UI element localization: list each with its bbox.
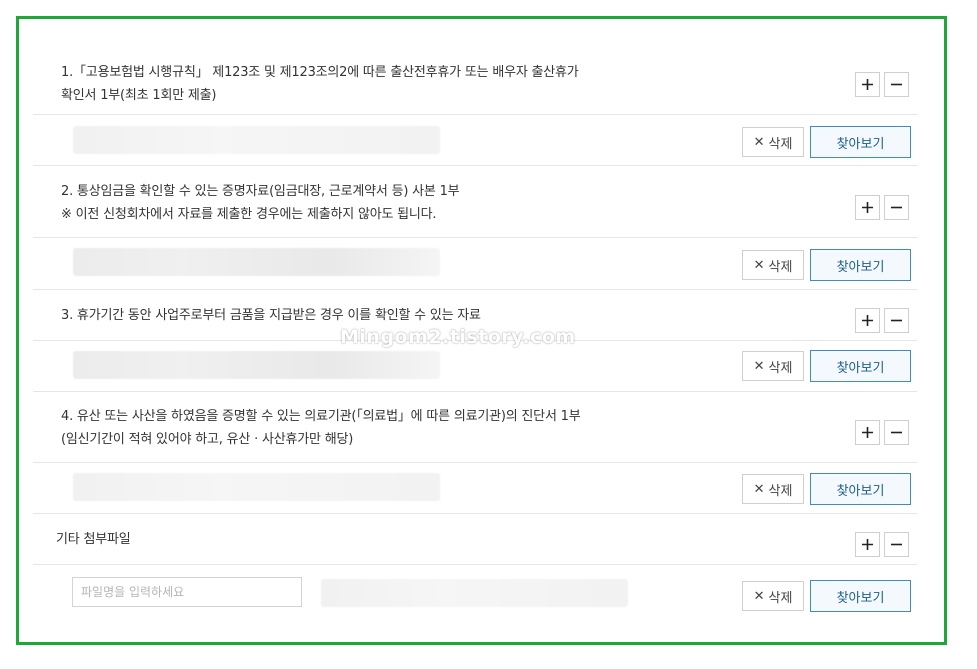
delete-label: 삭제 <box>768 360 793 376</box>
delete-button[interactable]: ✕ 삭제 <box>742 250 804 280</box>
plus-icon <box>862 202 873 213</box>
file-name-blurred <box>321 579 628 607</box>
delete-label: 삭제 <box>768 259 793 275</box>
plus-icon <box>862 427 873 438</box>
add-row-button[interactable] <box>855 195 880 220</box>
section-3-line1: 3. 휴가기간 동안 사업주로부터 금품을 지급받은 경우 이를 확인할 수 있… <box>61 308 481 323</box>
remove-row-button[interactable] <box>884 532 909 557</box>
plus-icon <box>862 315 873 326</box>
add-row-button[interactable] <box>855 532 880 557</box>
section-4-header: 4. 유산 또는 사산을 하였음을 증명할 수 있는 의료기관(「의료법」에 따… <box>33 392 917 463</box>
minus-icon <box>891 206 902 209</box>
section-2-line2: ※ 이전 신청회차에서 자료를 제출한 경우에는 제출하지 않아도 됩니다. <box>61 207 437 222</box>
browse-button[interactable]: 찾아보기 <box>810 473 911 505</box>
watermark: Mingom2.tistory.com <box>340 326 576 348</box>
section-2-line1: 2. 통상임금을 확인할 수 있는 증명자료(임금대장, 근로계약서 등) 사본… <box>61 184 460 199</box>
delete-button[interactable]: ✕ 삭제 <box>742 351 804 381</box>
minus-icon <box>891 543 902 546</box>
etc-header: 기타 첨부파일 <box>33 514 917 565</box>
section-1-plusminus <box>855 72 909 97</box>
section-2-plusminus <box>855 195 909 220</box>
section-1-header: 1.「고용보험법 시행규칙」 제123조 및 제123조의2에 따른 출산전후휴… <box>33 50 917 115</box>
minus-icon <box>891 83 902 86</box>
section-3-plusminus <box>855 308 909 333</box>
browse-button[interactable]: 찾아보기 <box>810 350 911 382</box>
section-1-line1: 1.「고용보험법 시행규칙」 제123조 및 제123조의2에 따른 출산전후휴… <box>61 65 579 80</box>
delete-label: 삭제 <box>768 590 793 606</box>
section-4-line1: 4. 유산 또는 사산을 하였음을 증명할 수 있는 의료기관(「의료법」에 따… <box>61 409 581 424</box>
section-1-line2: 확인서 1부(최초 1회만 제출) <box>61 88 217 103</box>
x-icon: ✕ <box>753 481 765 497</box>
section-1-title: 1.「고용보험법 시행규칙」 제123조 및 제123조의2에 따른 출산전후휴… <box>61 61 579 107</box>
add-row-button[interactable] <box>855 420 880 445</box>
plus-icon <box>862 79 873 90</box>
delete-label: 삭제 <box>768 483 793 499</box>
section-4-title: 4. 유산 또는 사산을 하였음을 증명할 수 있는 의료기관(「의료법」에 따… <box>61 405 581 451</box>
delete-button[interactable]: ✕ 삭제 <box>742 127 804 157</box>
remove-row-button[interactable] <box>884 308 909 333</box>
section-3-title: 3. 휴가기간 동안 사업주로부터 금품을 지급받은 경우 이를 확인할 수 있… <box>61 304 481 327</box>
file-name-blurred <box>73 473 440 501</box>
browse-button[interactable]: 찾아보기 <box>810 126 911 158</box>
file-name-blurred <box>73 248 440 276</box>
minus-icon <box>891 431 902 434</box>
delete-button[interactable]: ✕ 삭제 <box>742 581 804 611</box>
file-name-blurred <box>73 351 440 379</box>
section-4-plusminus <box>855 420 909 445</box>
section-4-line2: (임신기간이 적혀 있어야 하고, 유산 · 사산휴가만 해당) <box>61 432 354 447</box>
minus-icon <box>891 319 902 322</box>
remove-row-button[interactable] <box>884 195 909 220</box>
add-row-button[interactable] <box>855 308 880 333</box>
x-icon: ✕ <box>753 257 765 273</box>
x-icon: ✕ <box>753 358 765 374</box>
remove-row-button[interactable] <box>884 72 909 97</box>
x-icon: ✕ <box>753 134 765 150</box>
remove-row-button[interactable] <box>884 420 909 445</box>
section-2-title: 2. 통상임금을 확인할 수 있는 증명자료(임금대장, 근로계약서 등) 사본… <box>61 180 460 226</box>
browse-button[interactable]: 찾아보기 <box>810 249 911 281</box>
filename-input[interactable] <box>72 577 302 607</box>
etc-label: 기타 첨부파일 <box>56 532 131 547</box>
file-name-blurred <box>73 126 440 154</box>
delete-button[interactable]: ✕ 삭제 <box>742 474 804 504</box>
section-2-header: 2. 통상임금을 확인할 수 있는 증명자료(임금대장, 근로계약서 등) 사본… <box>33 166 917 238</box>
add-row-button[interactable] <box>855 72 880 97</box>
delete-label: 삭제 <box>768 136 793 152</box>
plus-icon <box>862 539 873 550</box>
x-icon: ✕ <box>753 588 765 604</box>
etc-plusminus <box>855 532 909 557</box>
browse-button[interactable]: 찾아보기 <box>810 580 911 612</box>
